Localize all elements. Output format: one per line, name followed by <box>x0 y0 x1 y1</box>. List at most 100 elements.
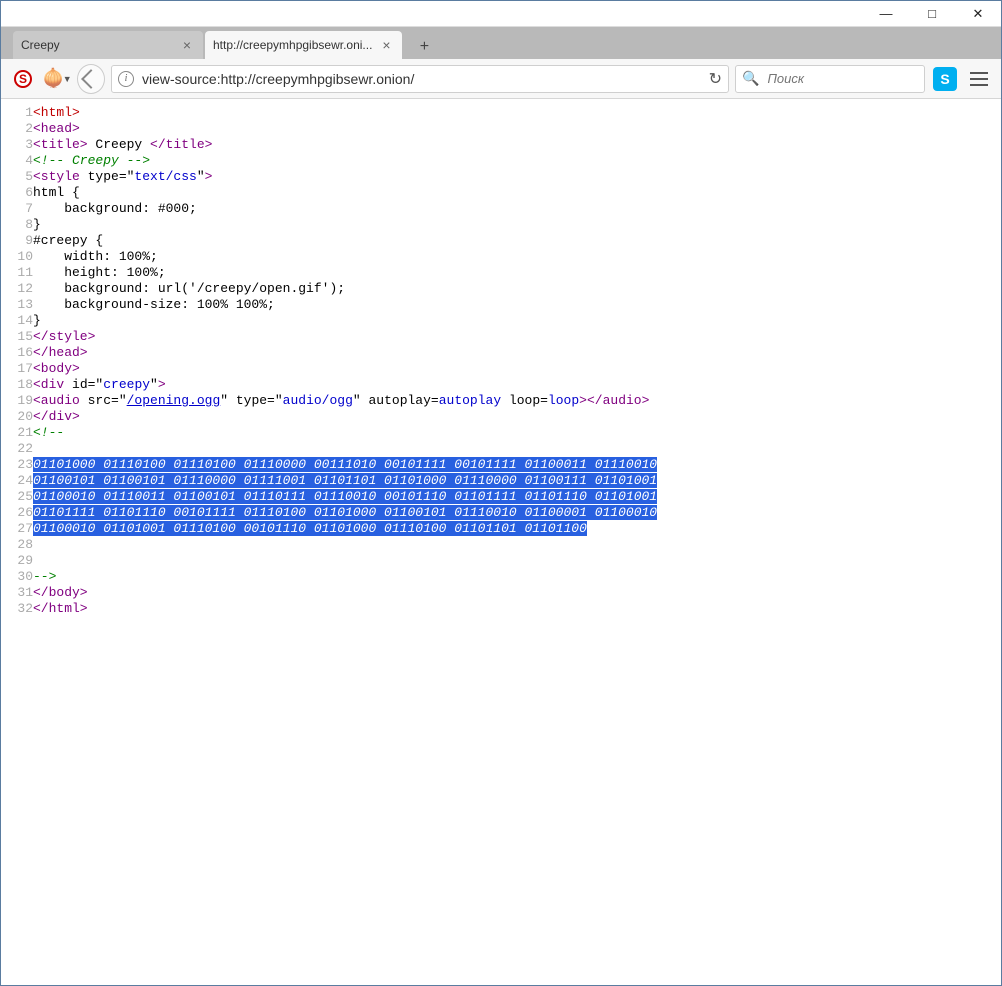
line-number: 16 <box>1 345 33 361</box>
source-code[interactable]: height: 100%; <box>33 265 657 281</box>
code-segment: #creepy { <box>33 233 103 248</box>
source-line: 18<div id="creepy"> <box>1 377 657 393</box>
source-code[interactable]: 01100010 01110011 01100101 01110111 0111… <box>33 489 657 505</box>
line-number: 32 <box>1 601 33 617</box>
code-segment: 01100101 01100101 01110000 01111001 0110… <box>33 473 657 488</box>
back-button[interactable] <box>77 65 105 93</box>
source-code[interactable]: #creepy { <box>33 233 657 249</box>
hamburger-icon <box>970 72 988 86</box>
line-number: 15 <box>1 329 33 345</box>
code-segment: id=" <box>72 377 103 392</box>
source-code[interactable]: width: 100%; <box>33 249 657 265</box>
code-segment: " type=" <box>220 393 282 408</box>
code-segment: 01101000 01110100 01110100 01110000 0011… <box>33 457 657 472</box>
source-code[interactable] <box>33 441 657 457</box>
source-code[interactable]: --> <box>33 569 657 585</box>
source-line: 2501100010 01110011 01100101 01110111 01… <box>1 489 657 505</box>
plus-icon: + <box>420 38 429 56</box>
source-code[interactable]: 01100101 01100101 01110000 01111001 0110… <box>33 473 657 489</box>
line-number: 12 <box>1 281 33 297</box>
code-segment: height: 100%; <box>33 265 166 280</box>
source-code[interactable]: background: #000; <box>33 201 657 217</box>
new-tab-button[interactable]: + <box>410 35 438 59</box>
code-segment: > <box>579 393 587 408</box>
source-code[interactable]: 01101111 01101110 00101111 01110100 0110… <box>33 505 657 521</box>
code-segment: </style> <box>33 329 95 344</box>
browser-tab-2[interactable]: http://creepymhpgibsewr.oni... × <box>205 31 402 59</box>
browser-tab-1[interactable]: Creepy × <box>13 31 203 59</box>
source-code[interactable]: </body> <box>33 585 657 601</box>
line-number: 26 <box>1 505 33 521</box>
code-segment: audio/ogg <box>283 393 353 408</box>
source-code[interactable]: </style> <box>33 329 657 345</box>
source-code[interactable]: <div id="creepy"> <box>33 377 657 393</box>
line-number: 3 <box>1 137 33 153</box>
source-code[interactable]: } <box>33 313 657 329</box>
search-input[interactable] <box>765 70 947 87</box>
window-minimize-button[interactable]: — <box>863 1 909 27</box>
source-code[interactable]: <head> <box>33 121 657 137</box>
site-info-icon[interactable]: i <box>118 71 134 87</box>
source-code[interactable]: 01100010 01101001 01110100 00101110 0110… <box>33 521 657 537</box>
line-number: 20 <box>1 409 33 425</box>
code-segment: } <box>33 217 41 232</box>
source-line: 19<audio src="/opening.ogg" type="audio/… <box>1 393 657 409</box>
source-code[interactable]: html { <box>33 185 657 201</box>
search-bar[interactable]: 🔍 <box>735 65 925 93</box>
code-segment: 01101111 01101110 00101111 01110100 0110… <box>33 505 657 520</box>
noscript-button[interactable] <box>9 65 37 93</box>
onion-icon: 🧅 <box>42 68 64 89</box>
tab-close-icon[interactable]: × <box>179 37 195 53</box>
source-line: 2701100010 01101001 01110100 00101110 01… <box>1 521 657 537</box>
back-arrow-icon <box>81 69 101 89</box>
source-code[interactable]: <!-- Creepy --> <box>33 153 657 169</box>
source-code[interactable]: <!-- <box>33 425 657 441</box>
code-segment: creepy <box>103 377 150 392</box>
skype-button[interactable]: S <box>931 65 959 93</box>
source-code[interactable]: background-size: 100% 100%; <box>33 297 657 313</box>
source-line: 12 background: url('/creepy/open.gif'); <box>1 281 657 297</box>
source-line: 30--> <box>1 569 657 585</box>
code-segment: loop <box>548 393 579 408</box>
line-number: 11 <box>1 265 33 281</box>
code-segment: html { <box>33 185 80 200</box>
reload-icon[interactable]: ↻ <box>709 69 722 89</box>
source-code[interactable]: 01101000 01110100 01110100 01110000 0011… <box>33 457 657 473</box>
code-segment: /opening.ogg <box>127 393 221 408</box>
source-code[interactable]: background: url('/creepy/open.gif'); <box>33 281 657 297</box>
url-input[interactable] <box>140 70 703 88</box>
source-line: 31</body> <box>1 585 657 601</box>
code-segment: > <box>158 377 166 392</box>
line-number: 29 <box>1 553 33 569</box>
source-code[interactable]: <style type="text/css"> <box>33 169 657 185</box>
source-code[interactable]: </head> <box>33 345 657 361</box>
menu-button[interactable] <box>965 65 993 93</box>
source-line: 10 width: 100%; <box>1 249 657 265</box>
source-code[interactable] <box>33 553 657 569</box>
source-code[interactable]: <title> Creepy </title> <box>33 137 657 153</box>
window-close-button[interactable]: ✕ <box>955 1 1001 27</box>
tab-close-icon[interactable]: × <box>378 37 394 53</box>
search-icon: 🔍 <box>742 70 759 87</box>
line-number: 23 <box>1 457 33 473</box>
source-line: 32</html> <box>1 601 657 617</box>
source-code[interactable]: <html> <box>33 105 657 121</box>
source-code[interactable]: } <box>33 217 657 233</box>
line-number: 30 <box>1 569 33 585</box>
source-code[interactable]: <audio src="/opening.ogg" type="audio/og… <box>33 393 657 409</box>
source-line: 4<!-- Creepy --> <box>1 153 657 169</box>
code-segment: <!-- <box>33 425 64 440</box>
code-segment: </title> <box>150 137 212 152</box>
source-code[interactable]: </div> <box>33 409 657 425</box>
source-code[interactable] <box>33 537 657 553</box>
code-segment: <style <box>33 169 88 184</box>
line-number: 31 <box>1 585 33 601</box>
window-maximize-button[interactable]: □ <box>909 1 955 27</box>
tor-onion-button[interactable]: 🧅 ▼ <box>43 65 71 93</box>
source-code[interactable]: <body> <box>33 361 657 377</box>
source-code[interactable]: </html> <box>33 601 657 617</box>
address-bar[interactable]: i ↻ <box>111 65 729 93</box>
view-source-content[interactable]: 1<html>2<head>3<title> Creepy </title>4<… <box>1 99 1001 985</box>
code-segment: <body> <box>33 361 80 376</box>
noscript-icon <box>14 70 32 88</box>
